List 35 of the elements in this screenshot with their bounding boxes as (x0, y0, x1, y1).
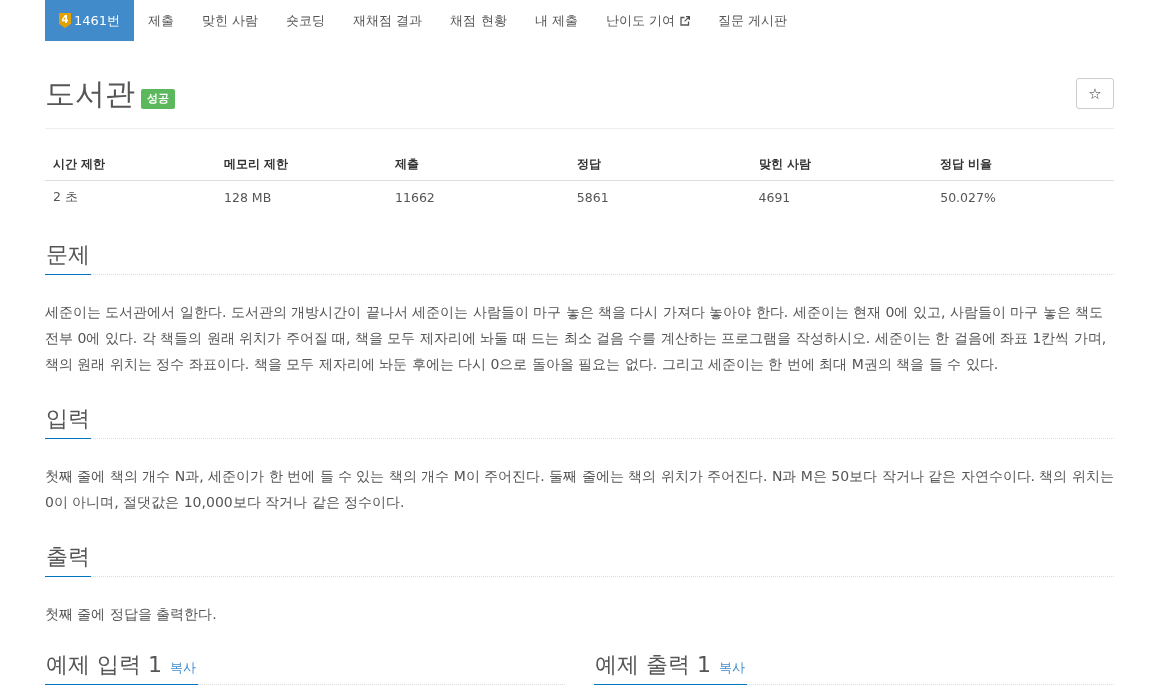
table-cell: 128 MB (224, 189, 272, 205)
sample-heading: 예제 출력 1 (595, 651, 711, 679)
column-header: 정답 (576, 157, 601, 171)
table-cell: 50.027% (940, 189, 996, 205)
table-cell: 2 초 (53, 188, 78, 204)
column-header: 맞힌 사람 (758, 157, 811, 171)
section-text: 첫째 줄에 책의 개수 N과, 세준이가 한 번에 들 수 있는 책의 개수 M이 주어진다. 둘째 줄에는 책의 위치가 주어진다. N과 M은 50보다 작거나 같은 자연수이다. 책의 위치는 0이 아니며, 절댓값은 10,000보다 작거나 같은 정수이다. (45, 467, 1114, 512)
section-heading: 문제 (45, 238, 91, 275)
star-button[interactable]: ☆ (1076, 78, 1114, 109)
copy-link[interactable]: 복사 (170, 660, 196, 677)
column-header: 메모리 제한 (224, 157, 289, 171)
nav-tab[interactable]: 맞힌 사람 (188, 0, 273, 41)
nav-tab[interactable]: 제출 (134, 0, 189, 41)
table-cell: 5861 (576, 189, 609, 205)
table-cell: 4691 (758, 189, 791, 205)
nav-tab[interactable]: 재채점 결과 (339, 0, 437, 41)
status-label: 성공 (141, 89, 175, 109)
nav-tab[interactable]: 채점 현황 (436, 0, 521, 41)
sample-heading: 예제 입력 1 (46, 651, 162, 679)
copy-link[interactable]: 복사 (719, 660, 745, 677)
section-text: 첫째 줄에 정답을 출력한다. (45, 605, 218, 624)
problem-title: 도서관 (45, 78, 135, 109)
nav-tab[interactable]: 숏코딩 (272, 0, 340, 41)
section-text: 세준이는 도서관에서 일한다. 도서관의 개방시간이 끝나서 세준이는 사람들이 마구 놓은 책을 다시 가져다 놓아야 한다. 세준이는 현재 0에 있고, 사람들이 마구 놓은 책도 전부 0에 있다. 각 책들의 원래 위치가 주어질 때, 책을 모두 제자리에 놔둘 때 드는 최소 걸음 수를 계산하는 프로그램을 작성하시오. 세준이는 한 걸음에 좌표 1칸씩 가며, 책의 원래 위치는 정수 좌표이다. 책을 모두 제자리에 놔둔 후에는 다시 0으로 돌아올 필요는 없다. 그리고 세준이는 한 번에 최대 M권의 책을 들 수 있다. (45, 303, 1108, 374)
tier-badge: 4 (59, 13, 71, 28)
section-heading: 출력 (45, 540, 91, 577)
nav-tab[interactable]: 난이도 기여 (591, 0, 704, 41)
table-cell: 11662 (395, 189, 435, 205)
column-header: 제출 (395, 157, 420, 171)
column-header: 시간 제한 (53, 157, 106, 171)
nav-tab[interactable]: 내 제출 (520, 0, 592, 41)
section-heading: 입력 (45, 402, 91, 439)
nav-tab[interactable]: 4 1461번 (45, 0, 135, 41)
column-header: 정답 비율 (940, 157, 993, 171)
nav-tab[interactable]: 질문 게시판 (703, 0, 801, 41)
